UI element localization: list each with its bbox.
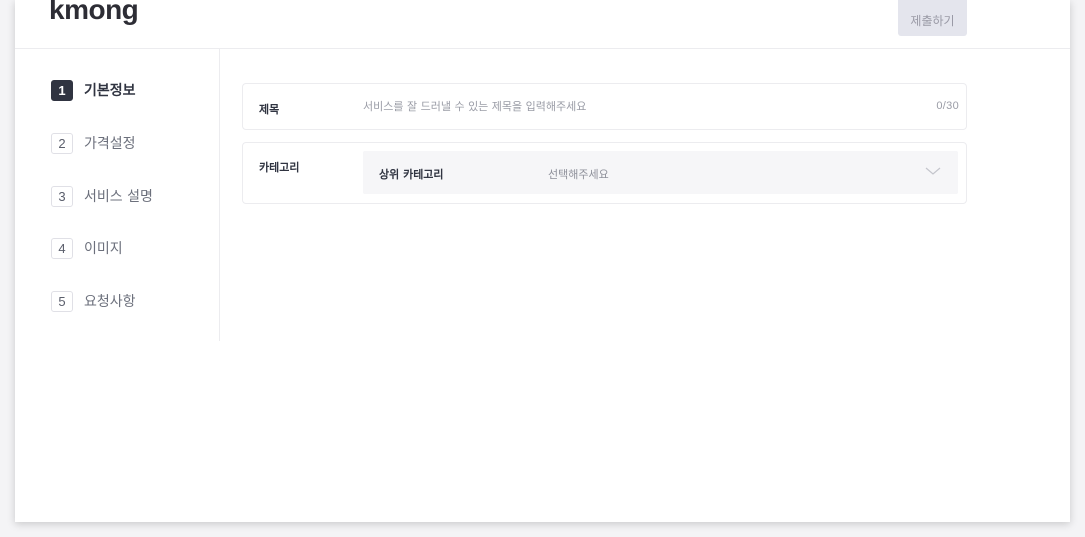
step-number-badge: 5 <box>51 290 73 312</box>
editor-window: kmong 제출하기 1 기본정보 2 가격설정 3 서비스 설명 4 이미지 … <box>15 0 1070 522</box>
step-number-badge: 4 <box>51 237 73 259</box>
title-field-label: 제목 <box>259 103 280 116</box>
logo[interactable]: kmong <box>49 0 139 28</box>
step-number-badge: 2 <box>51 132 73 154</box>
category-field-card: 카테고리 상위 카테고리 선택해주세요 <box>242 142 967 204</box>
header: kmong 제출하기 <box>15 0 1070 49</box>
select-value: 선택해주세요 <box>548 168 609 181</box>
step-label: 서비스 설명 <box>84 189 153 205</box>
title-char-counter: 0/30 <box>936 100 959 112</box>
sidebar-step-description[interactable]: 3 서비스 설명 <box>51 185 153 207</box>
step-label: 요청사항 <box>84 294 136 310</box>
step-label: 기본정보 <box>84 83 136 99</box>
submit-button[interactable]: 제출하기 <box>898 0 967 36</box>
select-label: 상위 카테고리 <box>379 168 444 181</box>
step-label: 가격설정 <box>84 136 136 152</box>
sidebar-step-requirements[interactable]: 5 요청사항 <box>51 290 136 312</box>
step-number-badge: 3 <box>51 185 73 207</box>
parent-category-select[interactable]: 상위 카테고리 선택해주세요 <box>363 151 958 194</box>
step-label: 이미지 <box>84 241 123 257</box>
step-number-badge: 1 <box>51 79 73 101</box>
step-sidebar: 1 기본정보 2 가격설정 3 서비스 설명 4 이미지 5 요청사항 <box>15 49 220 341</box>
title-input[interactable] <box>363 93 903 119</box>
sidebar-step-basic-info[interactable]: 1 기본정보 <box>51 79 136 101</box>
sidebar-step-pricing[interactable]: 2 가격설정 <box>51 132 136 154</box>
category-field-label: 카테고리 <box>259 161 300 174</box>
sidebar-step-images[interactable]: 4 이미지 <box>51 237 123 259</box>
title-field-card: 제목 0/30 <box>242 83 967 130</box>
chevron-down-icon <box>925 167 941 175</box>
